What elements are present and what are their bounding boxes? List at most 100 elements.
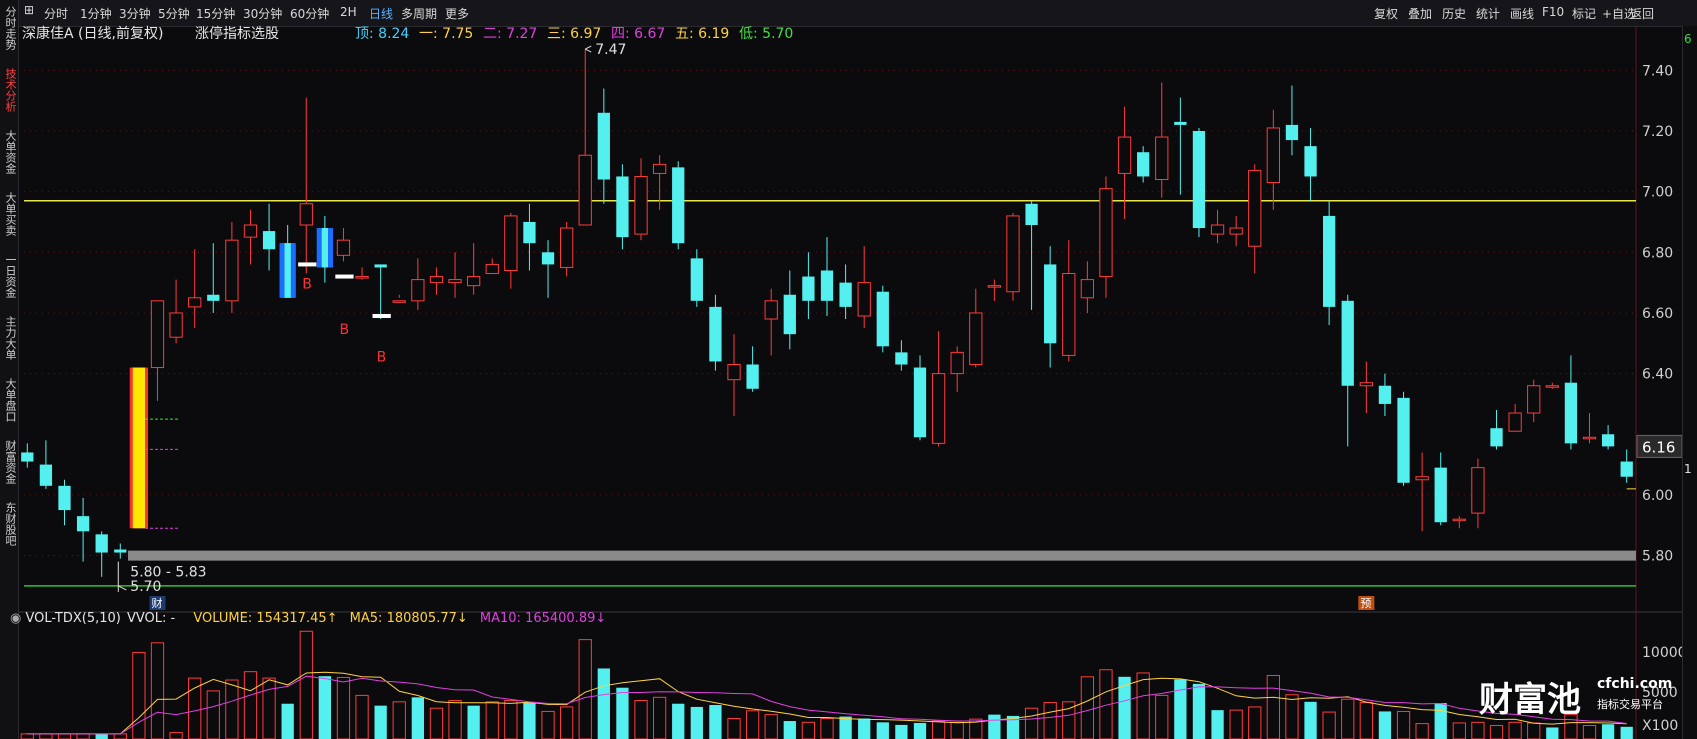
volume-bar-9	[188, 677, 202, 739]
volume-value: VOLUME: 154317.45↑	[193, 611, 338, 626]
y-tick-2: 7.00	[1642, 185, 1673, 201]
volume-bar-30	[578, 639, 592, 739]
candle-body-22	[429, 276, 444, 284]
layout-icon[interactable]: ⊞	[24, 3, 34, 17]
volume-bar-82	[1546, 727, 1559, 739]
volume-bar-25	[485, 701, 499, 739]
volume-bar-6	[132, 651, 146, 739]
volume-bar-17	[336, 676, 351, 739]
toolbar-right-item-5[interactable]: F10	[1542, 5, 1564, 19]
toolbar-item-0[interactable]: 分时	[44, 5, 68, 22]
toolbar-item-5[interactable]: 30分钟	[243, 5, 282, 22]
main-panel-border	[17, 25, 1637, 613]
volume-bar-50	[950, 721, 964, 739]
candle-body-52	[987, 285, 1002, 288]
toolbar-item-6[interactable]: 60分钟	[290, 5, 329, 22]
candle-body-41	[783, 294, 796, 335]
toolbar-right-item-3[interactable]: 统计	[1476, 5, 1500, 22]
toolbar-right-item-8[interactable]: 返回	[1630, 5, 1654, 22]
candle-body-67	[1266, 127, 1280, 184]
toolbar-right-item-6[interactable]: 标记	[1572, 5, 1596, 22]
candle-body-20	[392, 300, 406, 303]
toolbar-right-item-0[interactable]: 复权	[1374, 5, 1398, 22]
volume-bar-34	[652, 696, 667, 739]
toolbar-right-item-2[interactable]: 历史	[1442, 5, 1466, 22]
candle-body-21	[411, 279, 425, 302]
volume-bar-57	[1080, 676, 1095, 739]
toolbar-item-8[interactable]: 日线	[369, 5, 393, 22]
toolbar-item-1[interactable]: 1分钟	[80, 5, 112, 22]
toolbar-right-item-4[interactable]: 画线	[1510, 5, 1534, 22]
volume-axis-2: X100	[1642, 718, 1678, 734]
volume-bar-10	[206, 690, 220, 739]
candle-body-26	[504, 215, 518, 271]
volume-bar-64	[1211, 710, 1224, 739]
candle-body-35	[672, 167, 685, 244]
volume-bar-0	[20, 733, 34, 739]
volume-bar-45	[858, 718, 871, 739]
toolbar-right-item-1[interactable]: 叠加	[1408, 5, 1432, 22]
level-0: 顶: 8.24	[355, 26, 410, 42]
y-tick-1: 7.20	[1642, 124, 1673, 140]
marker-yu: 预	[1360, 597, 1371, 610]
candle-body-79	[1490, 428, 1503, 447]
volume-bar-1	[39, 733, 53, 739]
volume-bar-11	[225, 679, 239, 739]
candle-body-63	[1192, 130, 1206, 229]
volume-bar-70	[1322, 711, 1336, 739]
candle-body-44	[839, 282, 852, 307]
toolbar-item-7[interactable]: 2H	[340, 5, 357, 19]
candle-body-2	[58, 485, 71, 511]
volume-bar-66	[1248, 706, 1262, 739]
candle-body-74	[1397, 397, 1410, 483]
candle-body-29	[559, 227, 574, 268]
chart-canvas[interactable]: 7.40 7.20 7.00 6.80 6.60 6.40 6.00 5.80 B B B 7.47 5…	[0, 0, 1697, 739]
volume-bar-41	[783, 721, 796, 739]
volume-bar-18	[355, 694, 369, 739]
volume-bar-33	[634, 700, 648, 739]
sidebar-tab-7[interactable]: 财富资金	[2, 440, 17, 484]
level-5: 五: 6.19	[675, 26, 730, 42]
watermark-site: cfchi.com	[1597, 676, 1673, 692]
highlight-candle-inner-1	[321, 228, 328, 268]
volume-bar-23	[448, 700, 462, 739]
sidebar-tab-0[interactable]: 分时走势	[2, 6, 17, 50]
sidebar-tab-8[interactable]: 东财股吧	[2, 502, 17, 546]
volume-bar-36	[690, 706, 703, 739]
volume-bar-84	[1582, 725, 1597, 739]
candle-body-1	[39, 464, 53, 486]
candle-body-77	[1452, 518, 1466, 522]
high-annotation: 7.47	[595, 42, 626, 58]
volume-bar-21	[411, 697, 424, 739]
ma10-value: MA10: 165400.89↓	[479, 611, 607, 626]
volume-bar-73	[1378, 711, 1392, 739]
volume-bar-63	[1192, 683, 1206, 739]
signal-b-1: B	[339, 322, 349, 338]
volume-indicator-name: VOL-TDX(5,10)	[25, 611, 121, 626]
volume-settings-icon[interactable]: ◉	[10, 611, 21, 626]
volume-bar-8	[169, 732, 183, 739]
candle-body-51	[969, 312, 983, 366]
candle-body-12	[243, 224, 258, 238]
level-6: 低: 5.70	[739, 26, 794, 42]
candle-body-69	[1304, 146, 1317, 177]
sidebar-tab-2[interactable]: 大单资金	[2, 130, 17, 174]
signal-b-2: B	[377, 349, 387, 365]
candle-body-82	[1545, 385, 1559, 388]
toolbar-item-2[interactable]: 3分钟	[119, 5, 151, 22]
sidebar-tab-4[interactable]: 一日资金	[2, 254, 17, 298]
candle-body-5	[114, 549, 127, 553]
toolbar-item-3[interactable]: 5分钟	[158, 5, 190, 22]
sidebar-tab-3[interactable]: 大单买卖	[2, 192, 17, 236]
highlight-candle-inner-0	[284, 243, 291, 298]
candle-body-50	[950, 351, 964, 375]
candle-body-57	[1080, 279, 1095, 299]
sidebar-tab-5[interactable]: 主力大单	[2, 316, 17, 360]
volume-bar-26	[504, 700, 518, 739]
toolbar-item-10[interactable]: 更多	[445, 5, 469, 22]
sidebar-tab-1[interactable]: 技术分析	[2, 68, 17, 112]
sidebar-tab-6[interactable]: 大单盘口	[2, 378, 17, 422]
toolbar-item-9[interactable]: 多周期	[401, 5, 437, 22]
volume-bar-85	[1601, 724, 1615, 739]
toolbar-item-4[interactable]: 15分钟	[196, 5, 235, 22]
